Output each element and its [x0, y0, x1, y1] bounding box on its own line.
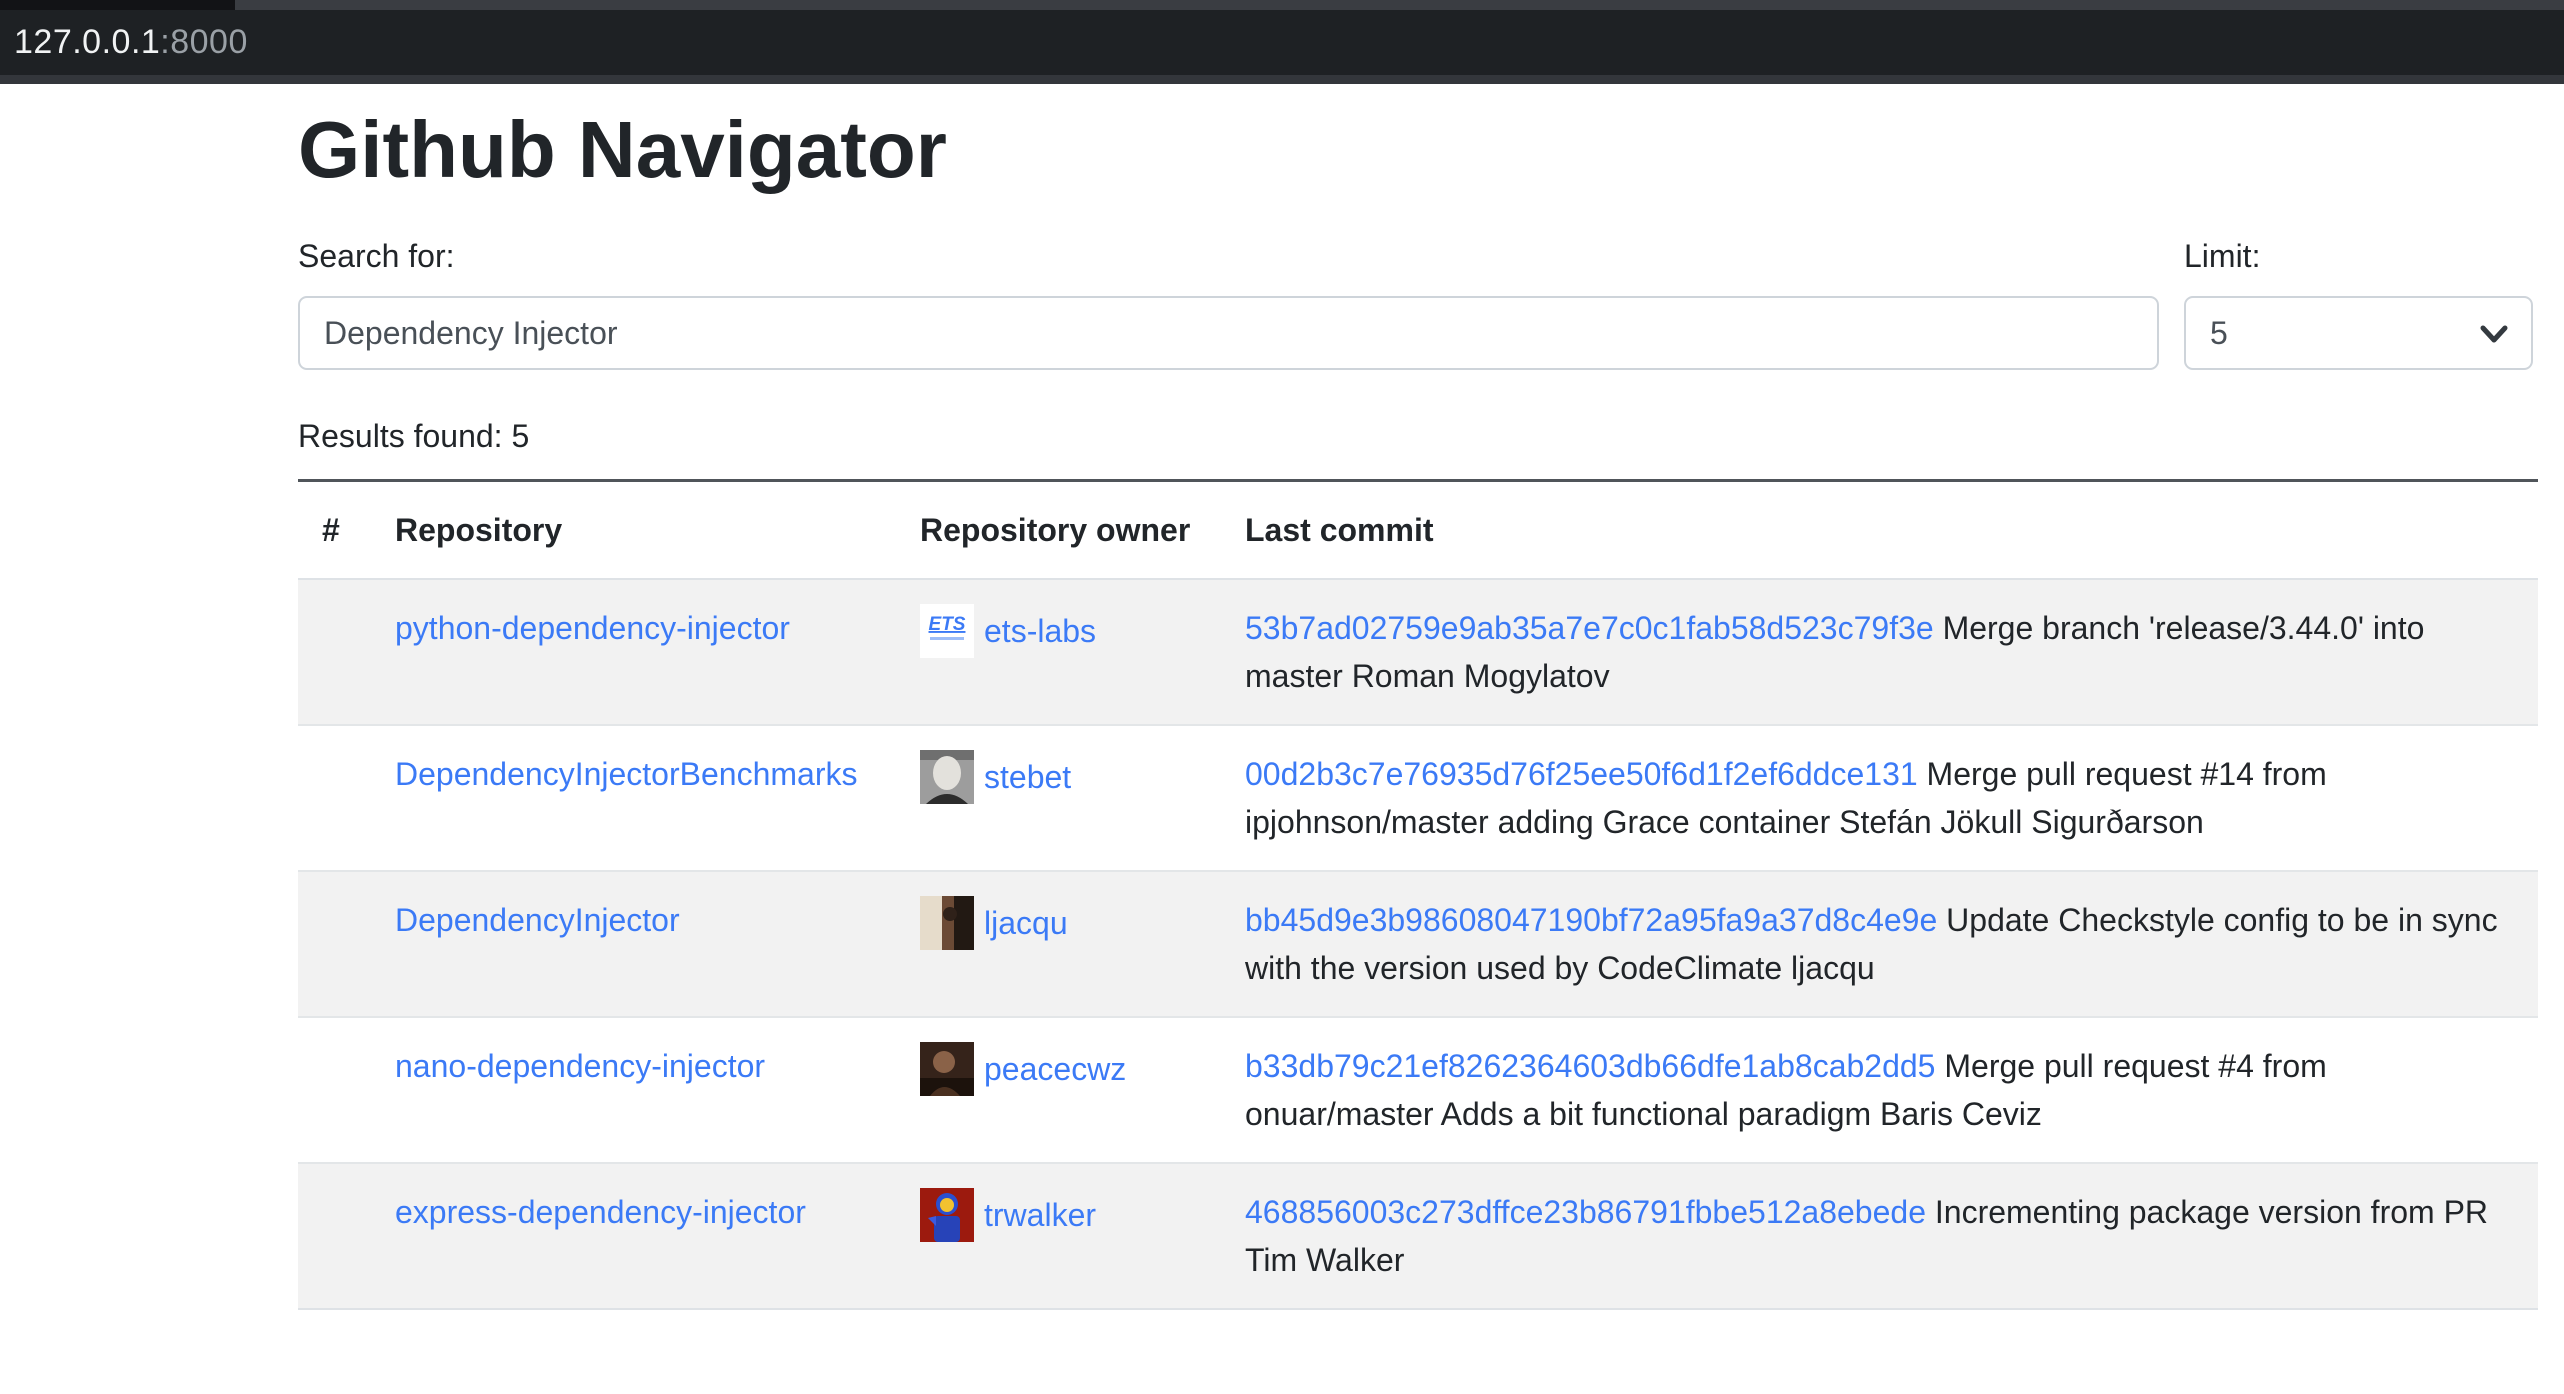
browser-tabstrip — [0, 0, 2564, 10]
page-content: Github Navigator Search for: Limit: 5 — [0, 84, 2564, 1310]
commit-hash-link[interactable]: bb45d9e3b98608047190bf72a95fa9a37d8c4e9e — [1245, 902, 1937, 938]
browser-window: 127.0.0.1:8000 Github Navigator Search f… — [0, 0, 2564, 1310]
search-form: Search for: Limit: 5 — [298, 232, 2538, 370]
owner-avatar-peacecwz — [920, 1042, 974, 1096]
url-host: 127.0.0.1 — [14, 23, 160, 62]
row-number-cell — [298, 579, 371, 725]
limit-select-value: 5 — [2210, 315, 2228, 352]
active-tab-edge — [0, 0, 235, 10]
results-count: Results found: 5 — [298, 418, 2538, 455]
browser-url-bar[interactable]: 127.0.0.1:8000 — [0, 10, 2564, 75]
repo-link[interactable]: python-dependency-injector — [395, 610, 790, 646]
repo-link[interactable]: DependencyInjector — [395, 902, 680, 938]
svg-text:ETS: ETS — [929, 614, 966, 635]
repo-link[interactable]: DependencyInjectorBenchmarks — [395, 756, 857, 792]
search-label: Search for: — [298, 232, 2159, 280]
chevron-down-icon — [2479, 323, 2509, 345]
row-number-cell — [298, 1017, 371, 1163]
table-row: DependencyInjector — [298, 871, 2538, 1017]
owner-link[interactable]: ljacqu — [984, 899, 1068, 947]
table-row: DependencyInjectorBenchmarks — [298, 725, 2538, 871]
commit-hash-link[interactable]: 53b7ad02759e9ab35a7e7c0c1fab58d523c79f3e — [1245, 610, 1934, 646]
owner-avatar-trwalker — [920, 1188, 974, 1242]
owner-avatar-ets-labs: ETS — [920, 604, 974, 658]
header-repository: Repository — [371, 481, 896, 580]
row-number-cell — [298, 871, 371, 1017]
table-row: python-dependency-injector ETS — [298, 579, 2538, 725]
header-number: # — [298, 481, 371, 580]
owner-link[interactable]: trwalker — [984, 1191, 1096, 1239]
page-title: Github Navigator — [298, 104, 2538, 196]
owner-link[interactable]: ets-labs — [984, 607, 1096, 655]
commit-hash-link[interactable]: 468856003c273dffce23b86791fbbe512a8ebede — [1245, 1194, 1926, 1230]
row-number-cell — [298, 1163, 371, 1309]
owner-link[interactable]: peacecwz — [984, 1045, 1126, 1093]
row-number-cell — [298, 725, 371, 871]
results-table: # Repository Repository owner Last commi… — [298, 479, 2538, 1310]
owner-link[interactable]: stebet — [984, 753, 1071, 801]
table-header-row: # Repository Repository owner Last commi… — [298, 481, 2538, 580]
owner-avatar-ljacqu — [920, 896, 974, 950]
search-input[interactable] — [298, 296, 2159, 370]
header-last-commit: Last commit — [1221, 481, 2538, 580]
commit-hash-link[interactable]: b33db79c21ef8262364603db66dfe1ab8cab2dd5 — [1245, 1048, 1935, 1084]
header-owner: Repository owner — [896, 481, 1221, 580]
table-row: express-dependency-injector — [298, 1163, 2538, 1309]
chrome-bottom-edge — [0, 75, 2564, 84]
limit-label: Limit: — [2184, 232, 2533, 280]
owner-avatar-stebet — [920, 750, 974, 804]
repo-link[interactable]: express-dependency-injector — [395, 1194, 806, 1230]
limit-select[interactable]: 5 — [2184, 296, 2533, 370]
url-port: :8000 — [160, 23, 248, 62]
repo-link[interactable]: nano-dependency-injector — [395, 1048, 765, 1084]
commit-hash-link[interactable]: 00d2b3c7e76935d76f25ee50f6d1f2ef6ddce131 — [1245, 756, 1918, 792]
table-row: nano-dependency-injector — [298, 1017, 2538, 1163]
